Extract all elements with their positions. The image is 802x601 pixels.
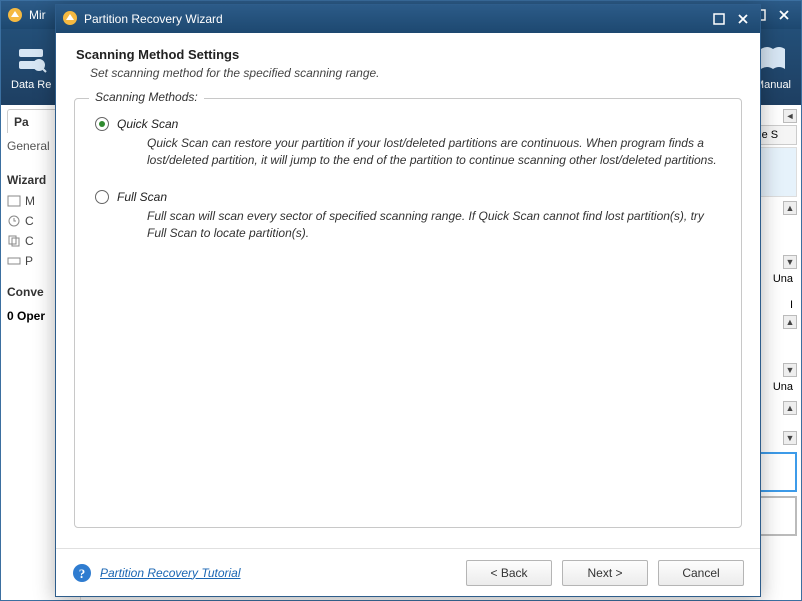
row-text-2: Una	[773, 381, 793, 393]
cancel-button-label: Cancel	[682, 566, 719, 580]
radio-label-full-scan[interactable]: Full Scan	[117, 190, 167, 204]
wizard-title: Partition Recovery Wizard	[84, 12, 706, 26]
wizard-heading: Scanning Method Settings	[76, 47, 740, 62]
scroll-down-button[interactable]: ▼	[783, 255, 797, 269]
fieldset-legend: Scanning Methods:	[89, 90, 204, 104]
svg-text:?: ?	[79, 566, 86, 581]
radio-full-scan[interactable]	[95, 190, 109, 204]
next-button-label: Next >	[587, 566, 622, 580]
sidebar-item-label: M	[25, 194, 35, 208]
scroll-down-button-2[interactable]: ▼	[783, 363, 797, 377]
partition-icon	[7, 254, 21, 268]
sidebar-item-label: P	[25, 254, 33, 268]
copy-icon	[7, 234, 21, 248]
manual-icon	[757, 43, 789, 75]
quick-scan-description: Quick Scan can restore your partition if…	[147, 135, 721, 170]
sidebar-item-label: C	[25, 214, 34, 228]
scroll-up-button-2[interactable]: ▲	[783, 315, 797, 329]
app-icon	[7, 7, 23, 23]
clock-icon	[7, 214, 21, 228]
help-area: ? Partition Recovery Tutorial	[72, 563, 456, 583]
wizard-app-icon	[62, 10, 78, 29]
toolbar-left-label: Data Re	[11, 79, 51, 91]
partition-recovery-wizard-dialog: Partition Recovery Wizard Scanning Metho…	[55, 4, 761, 597]
wizard-footer: ? Partition Recovery Tutorial < Back Nex…	[56, 548, 760, 596]
side-tab-label: Pa	[14, 115, 29, 129]
scanning-methods-fieldset: Scanning Methods: Quick Scan Quick Scan …	[74, 98, 742, 528]
wizard-body: Scanning Methods: Quick Scan Quick Scan …	[56, 90, 760, 548]
wizard-header-area: Scanning Method Settings Set scanning me…	[56, 33, 760, 90]
toolbar-data-recovery[interactable]: Data Re	[11, 43, 51, 91]
back-button[interactable]: < Back	[466, 560, 552, 586]
radio-row-quick-scan: Quick Scan	[95, 117, 721, 131]
general-label: General	[7, 139, 50, 153]
scroll-up-button[interactable]: ▲	[783, 201, 797, 215]
data-recovery-icon	[15, 43, 47, 75]
full-scan-description: Full scan will scan every sector of spec…	[147, 208, 721, 243]
row-text-1: I	[790, 299, 793, 311]
scroll-down-button-3[interactable]: ▼	[783, 431, 797, 445]
cancel-button[interactable]: Cancel	[658, 560, 744, 586]
next-button[interactable]: Next >	[562, 560, 648, 586]
help-link[interactable]: Partition Recovery Tutorial	[100, 566, 241, 580]
scroll-left-button[interactable]: ◄	[783, 109, 797, 123]
wizard-item-icon	[7, 194, 21, 208]
main-close-button[interactable]	[773, 6, 795, 24]
wizard-titlebar: Partition Recovery Wizard	[56, 5, 760, 33]
back-button-label: < Back	[490, 566, 527, 580]
scroll-up-button-3[interactable]: ▲	[783, 401, 797, 415]
radio-label-quick-scan[interactable]: Quick Scan	[117, 117, 178, 131]
wizard-maximize-button[interactable]	[708, 10, 730, 28]
radio-quick-scan[interactable]	[95, 117, 109, 131]
wizard-subheading: Set scanning method for the specified sc…	[90, 66, 740, 80]
help-icon: ?	[72, 563, 92, 583]
radio-row-full-scan: Full Scan	[95, 190, 721, 204]
row-text-0: Una	[773, 273, 793, 285]
wizard-close-button[interactable]	[732, 10, 754, 28]
sidebar-item-label: C	[25, 234, 34, 248]
